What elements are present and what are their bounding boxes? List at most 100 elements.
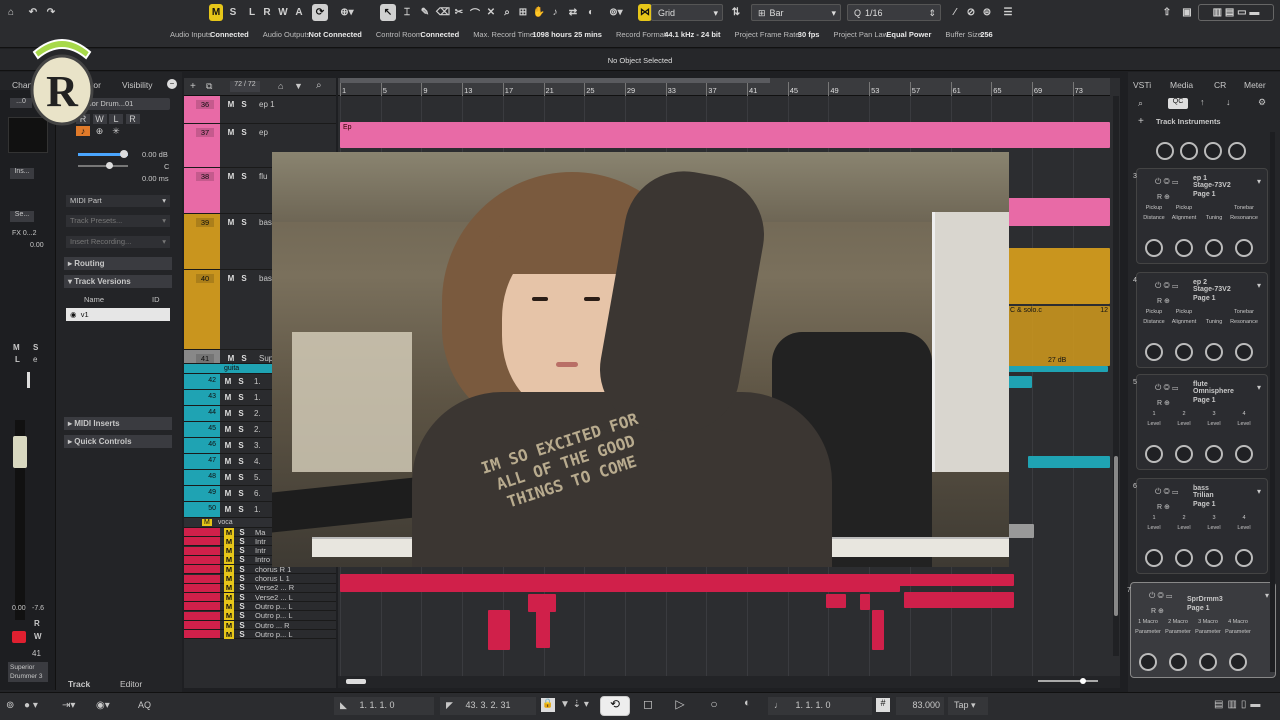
track-mute-button[interactable]: M bbox=[223, 473, 233, 482]
track-name[interactable]: 6. bbox=[254, 489, 261, 498]
version-row[interactable]: ◉ v1 bbox=[66, 308, 170, 321]
quick-control-knob[interactable] bbox=[1228, 142, 1246, 160]
track-mute-button[interactable]: M bbox=[224, 555, 234, 565]
track-solo-button[interactable]: S bbox=[237, 574, 247, 583]
track-mute-button[interactable]: M bbox=[223, 425, 233, 434]
punch-icon[interactable]: ⇥▾ bbox=[62, 700, 75, 711]
instrument-slot[interactable]: 6 ⏻ ◎ ▭ bass Trilian Page 1 ▾ R ⊕ 1 Level 2 Level 3… bbox=[1133, 478, 1268, 574]
record-button[interactable]: ○ bbox=[702, 697, 726, 715]
track-mute-button[interactable]: M bbox=[223, 505, 233, 514]
vocal-part[interactable] bbox=[904, 592, 1014, 608]
split-tool-icon[interactable]: ✂ bbox=[452, 4, 466, 21]
vertical-scrollbar[interactable] bbox=[1113, 96, 1119, 656]
quick-control-knob[interactable] bbox=[1145, 549, 1163, 567]
instrument-menu-icon[interactable]: ▾ bbox=[1265, 591, 1269, 600]
channel-solo-button[interactable]: S bbox=[33, 343, 38, 352]
midi-part-ep[interactable]: Ep bbox=[340, 122, 1110, 148]
pointer-tool-icon[interactable]: ↖ bbox=[380, 4, 396, 21]
track-name[interactable]: ep bbox=[259, 128, 268, 137]
instrument-menu-icon[interactable]: ▾ bbox=[1257, 281, 1261, 290]
track-solo-button[interactable]: S bbox=[237, 546, 247, 555]
channel-read-button[interactable]: R bbox=[34, 619, 40, 628]
track-solo-button[interactable]: S bbox=[239, 128, 249, 137]
track-solo-button[interactable]: S bbox=[239, 354, 249, 363]
instrument-slot[interactable]: 7 ⏻ ◎ ▭ SprDrmm3 Page 1 ▾ R ⊕ 1 Macro Parameter… bbox=[1127, 582, 1276, 678]
track-solo-button[interactable]: S bbox=[237, 593, 247, 602]
channel-write-button[interactable]: W bbox=[34, 632, 42, 641]
vocal-part[interactable] bbox=[536, 608, 550, 648]
track-solo-button[interactable]: S bbox=[237, 602, 247, 611]
vsti-settings-icon[interactable]: ⚙ bbox=[1258, 97, 1266, 108]
track-solo-button[interactable]: S bbox=[236, 409, 246, 418]
volume-value[interactable]: 0.00 dB bbox=[142, 150, 168, 159]
vocal-track-row[interactable]: M S Outro ... R bbox=[184, 620, 336, 630]
play-button[interactable]: ▷ bbox=[668, 697, 692, 715]
media-bay-icon[interactable]: ▣ bbox=[1180, 4, 1194, 21]
track-name[interactable]: 4. bbox=[254, 457, 261, 466]
channel-volume-value[interactable]: 0.00 bbox=[12, 605, 26, 612]
track-name[interactable]: 1. bbox=[254, 505, 261, 514]
quick-control-knob[interactable] bbox=[1139, 653, 1157, 671]
track-name[interactable]: 5. bbox=[254, 473, 261, 482]
volume-slider-handle[interactable] bbox=[120, 150, 128, 158]
track-name[interactable]: chorus L 1 bbox=[255, 574, 290, 583]
track-mute-button[interactable]: M bbox=[224, 592, 234, 602]
tab-vsti[interactable]: VSTi bbox=[1133, 80, 1151, 90]
track-solo-button[interactable]: S bbox=[239, 274, 249, 283]
quantize-select[interactable]: Q 1/16 ⇕ bbox=[847, 4, 941, 21]
instrument-rw-icons[interactable]: R ⊕ bbox=[1157, 399, 1170, 407]
stop-button[interactable]: ◻ bbox=[636, 697, 660, 715]
tab-media[interactable]: Media bbox=[1170, 80, 1193, 90]
layout-toggles[interactable]: ▤▥▯▬ bbox=[1214, 699, 1270, 713]
track-name[interactable]: 2. bbox=[254, 409, 261, 418]
quick-control-knob[interactable] bbox=[1199, 653, 1217, 671]
instrument-rw-icons[interactable]: R ⊕ bbox=[1157, 503, 1170, 511]
home-icon[interactable]: ⌂ bbox=[4, 4, 18, 21]
track-name[interactable]: Intr bbox=[255, 537, 266, 546]
track-mute-button[interactable]: M bbox=[224, 583, 234, 593]
vocal-part[interactable] bbox=[1008, 524, 1034, 538]
section-midi-inserts[interactable]: ▸ MIDI Inserts bbox=[64, 417, 172, 430]
cycle-range[interactable] bbox=[340, 78, 770, 83]
track-name[interactable]: Verse2 ... L bbox=[255, 593, 293, 602]
quick-control-knob[interactable] bbox=[1156, 142, 1174, 160]
instrument-menu-icon[interactable]: ▾ bbox=[1257, 177, 1261, 186]
inspector-record-button[interactable]: R bbox=[125, 114, 140, 124]
instrument-menu-icon[interactable]: ▾ bbox=[1257, 383, 1261, 392]
vsti-search-icon[interactable]: ⌕ bbox=[1138, 98, 1143, 109]
quick-control-knob[interactable] bbox=[1175, 549, 1193, 567]
quick-control-knob[interactable] bbox=[1235, 549, 1253, 567]
track-mute-button[interactable]: M bbox=[226, 172, 236, 181]
section-quick-controls[interactable]: ▸ Quick Controls bbox=[64, 435, 172, 448]
track-mute-button[interactable]: M bbox=[226, 218, 236, 227]
export-icon[interactable]: ⇧ bbox=[1160, 4, 1174, 21]
tab-cr[interactable]: CR bbox=[1214, 80, 1226, 90]
instrument-power-icon[interactable]: ⏻ ◎ ▭ bbox=[1155, 487, 1178, 497]
tempo-display[interactable]: 83.000 bbox=[896, 697, 944, 715]
track-mute-button[interactable]: M bbox=[226, 354, 236, 363]
vocal-track-row[interactable]: M S Verse2 ... L bbox=[184, 592, 336, 603]
inserts-button[interactable]: Ins... bbox=[10, 168, 34, 179]
instrument-power-icon[interactable]: ⏻ ◎ ▭ bbox=[1155, 281, 1178, 291]
track-name[interactable]: ep 1 bbox=[259, 100, 275, 109]
inspector-listen-button[interactable]: L bbox=[109, 114, 124, 124]
snap-zero-icon[interactable]: ⇅ bbox=[728, 4, 744, 21]
track-mute-button[interactable]: M bbox=[224, 620, 234, 630]
track-solo-button[interactable]: S bbox=[239, 100, 249, 109]
instrument-rw-icons[interactable]: R ⊕ bbox=[1157, 297, 1170, 305]
instrument-power-icon[interactable]: ⏻ ◎ ▭ bbox=[1149, 591, 1172, 601]
track-name[interactable]: 2. bbox=[254, 425, 261, 434]
erase-tool-icon[interactable]: ⌫ bbox=[436, 4, 450, 21]
track-search-icon[interactable]: ⌕ bbox=[316, 80, 322, 91]
cycle-record-icon[interactable]: ◉▾ bbox=[96, 700, 110, 711]
track-mute-button[interactable]: M bbox=[223, 489, 233, 498]
track-mute-button[interactable]: M bbox=[223, 393, 233, 402]
channel-pan-indicator[interactable] bbox=[27, 372, 30, 388]
read-mode-button[interactable]: R bbox=[260, 4, 274, 21]
channel-pan-value[interactable]: -7.6 bbox=[32, 605, 44, 612]
add-folder-icon[interactable]: ⧉ bbox=[206, 81, 212, 92]
play-tool-icon[interactable]: ♪ bbox=[548, 4, 562, 21]
vertical-scroll-thumb[interactable] bbox=[1114, 456, 1118, 616]
quick-control-knob[interactable] bbox=[1175, 445, 1193, 463]
quick-control-knob[interactable] bbox=[1175, 239, 1193, 257]
